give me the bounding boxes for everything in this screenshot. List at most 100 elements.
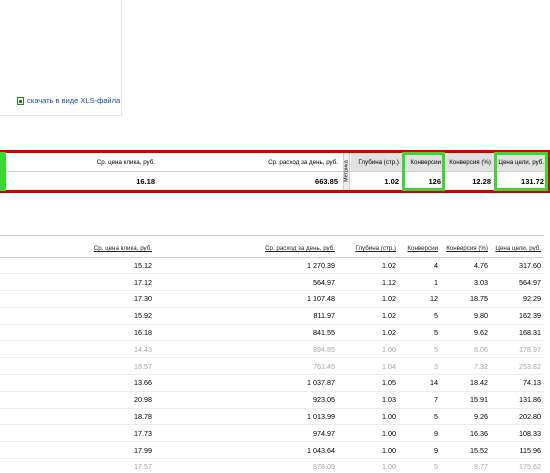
cell-goal-cost: 317.60 <box>491 257 544 275</box>
summary-value-avg-daily: 663.85 <box>315 176 338 186</box>
highlight-conversions <box>402 152 445 191</box>
cell-avg-daily: 923.05 <box>155 391 338 409</box>
cell-conversions: 9 <box>399 441 441 460</box>
cell-conv-rate: 8.06 <box>441 340 491 359</box>
table-row: 15.92 811.97 1.02 5 9.80 162.39 <box>0 307 544 325</box>
cell-depth: 1.00 <box>338 458 399 473</box>
highlight-goal-cost <box>494 152 548 191</box>
cell-avg-daily: 1 037.87 <box>155 374 338 392</box>
cell-conv-rate: 9.62 <box>441 324 491 342</box>
cell-avg-cpc: 18.57 <box>0 357 155 376</box>
download-xls-link[interactable]: скачать в виде XLS-файла <box>17 96 120 105</box>
cell-avg-cpc: 13.66 <box>0 374 155 392</box>
cell-conv-rate: 15.52 <box>441 441 491 460</box>
cell-conversions: 7 <box>399 391 441 409</box>
cell-goal-cost: 74.13 <box>491 374 544 392</box>
cell-conversions: 5 <box>399 408 441 426</box>
cell-goal-cost: 202.80 <box>491 408 544 426</box>
cell-conv-rate: 7.32 <box>441 357 491 376</box>
section-divider <box>0 235 544 236</box>
cell-avg-cpc: 16.18 <box>0 324 155 342</box>
cell-avg-cpc: 17.57 <box>0 458 155 473</box>
report-options-panel: скачать в виде XLS-файла <box>0 0 122 116</box>
campaign-stats-table: Ср. цена клика, руб. Ср. расход за день,… <box>0 241 544 473</box>
cell-avg-daily: 1 270.39 <box>155 257 338 275</box>
metrika-label: Метрика <box>343 153 350 190</box>
cell-depth: 1.02 <box>338 290 399 308</box>
cell-avg-cpc: 17.12 <box>0 273 155 292</box>
cell-avg-daily: 1 107.48 <box>155 290 338 308</box>
cell-goal-cost: 162.39 <box>491 307 544 325</box>
table-row: 13.66 1 037.87 1.05 14 18.42 74.13 <box>0 374 544 392</box>
cell-depth: 1.00 <box>338 340 399 359</box>
cell-conversions: 1 <box>399 273 441 292</box>
cell-avg-cpc: 14.43 <box>0 340 155 359</box>
cell-depth: 1.02 <box>338 307 399 325</box>
cell-avg-daily: 761.45 <box>155 357 338 376</box>
cell-goal-cost: 168.31 <box>491 324 544 342</box>
cell-conv-rate: 8.77 <box>441 458 491 473</box>
cell-conversions: 14 <box>399 374 441 392</box>
cell-depth: 1.00 <box>338 408 399 426</box>
highlight-left-edge <box>0 152 6 191</box>
table-row: 18.78 1 013.99 1.00 5 9.26 202.80 <box>0 408 544 426</box>
cell-conversions: 5 <box>399 307 441 325</box>
summary-header-avg-cpc: Ср. цена клика, руб. <box>96 158 155 166</box>
download-xls-label: скачать в виде XLS-файла <box>27 96 121 105</box>
cell-depth: 1.04 <box>338 357 399 376</box>
cell-goal-cost: 92.29 <box>491 290 544 308</box>
cell-conversions: 4 <box>399 257 441 275</box>
cell-conv-rate: 4.76 <box>441 257 491 275</box>
cell-conv-rate: 9.26 <box>441 408 491 426</box>
cell-avg-daily: 841.55 <box>155 324 338 342</box>
cell-goal-cost: 115.96 <box>491 441 544 460</box>
col-header-avg-cpc[interactable]: Ср. цена клика, руб. <box>0 241 155 258</box>
summary-value-conv-rate: 12.28 <box>472 176 491 186</box>
cell-avg-cpc: 15.92 <box>0 307 155 325</box>
cell-avg-cpc: 20.98 <box>0 391 155 409</box>
cell-conv-rate: 18.42 <box>441 374 491 392</box>
table-header-row: Ср. цена клика, руб. Ср. расход за день,… <box>0 241 544 258</box>
cell-depth: 1.02 <box>338 324 399 342</box>
col-header-depth[interactable]: Глубина (стр.) <box>338 241 399 258</box>
cell-avg-daily: 1 013.99 <box>155 408 338 426</box>
cell-avg-cpc: 17.30 <box>0 290 155 308</box>
excel-file-icon <box>17 96 24 105</box>
col-header-avg-daily[interactable]: Ср. расход за день, руб. <box>155 241 338 258</box>
table-row: 17.57 878.09 1.00 5 8.77 175.62 <box>0 458 544 473</box>
col-header-goal-cost[interactable]: Цена цели, руб. <box>491 241 544 258</box>
cell-conversions: 5 <box>399 324 441 342</box>
cell-conversions: 12 <box>399 290 441 308</box>
cell-avg-cpc: 17.99 <box>0 441 155 460</box>
cell-conversions: 5 <box>399 458 441 473</box>
cell-depth: 1.00 <box>338 441 399 460</box>
cell-conv-rate: 16.36 <box>441 424 491 443</box>
summary-header-conv-rate: Конверсия (%) <box>445 153 494 171</box>
table-row: 17.99 1 043.64 1.00 9 15.52 115.96 <box>0 441 544 460</box>
cell-depth: 1.02 <box>338 257 399 275</box>
cell-avg-daily: 564.97 <box>155 273 338 292</box>
summary-col-conv-rate: Конверсия (%) 12.28 <box>444 153 494 190</box>
summary-value-avg-cpc: 16.18 <box>136 176 155 186</box>
summary-totals-row: Ср. цена клика, руб. 16.18 Ср. расход за… <box>0 150 550 193</box>
summary-col-depth: Глубина (стр.) 1.02 <box>351 153 402 190</box>
cell-depth: 1.03 <box>338 391 399 409</box>
cell-goal-cost: 178.97 <box>491 340 544 359</box>
cell-avg-daily: 811.97 <box>155 307 338 325</box>
col-header-conversions[interactable]: Конверсии <box>399 241 441 258</box>
table-row: 17.30 1 107.48 1.02 12 18.75 92.29 <box>0 290 544 308</box>
summary-col-avg-daily: Ср. расход за день, руб. 663.85 <box>158 153 341 190</box>
table-row: 20.98 923.05 1.03 7 15.91 131.86 <box>0 391 544 409</box>
table-row: 18.57 761.45 1.04 3 7.32 253.82 <box>0 357 544 376</box>
cell-avg-daily: 974.97 <box>155 424 338 443</box>
cell-avg-daily: 1 043.64 <box>155 441 338 460</box>
cell-conv-rate: 18.75 <box>441 290 491 308</box>
table-row: 14.43 894.85 1.00 5 8.06 178.97 <box>0 340 544 359</box>
cell-goal-cost: 108.33 <box>491 424 544 443</box>
summary-value-depth: 1.02 <box>384 176 399 186</box>
table-row: 16.18 841.55 1.02 5 9.62 168.31 <box>0 324 544 342</box>
col-header-conv-rate[interactable]: Конверсия (%) <box>441 241 491 258</box>
cell-conversions: 3 <box>399 357 441 376</box>
cell-conversions: 9 <box>399 424 441 443</box>
cell-depth: 1.12 <box>338 273 399 292</box>
